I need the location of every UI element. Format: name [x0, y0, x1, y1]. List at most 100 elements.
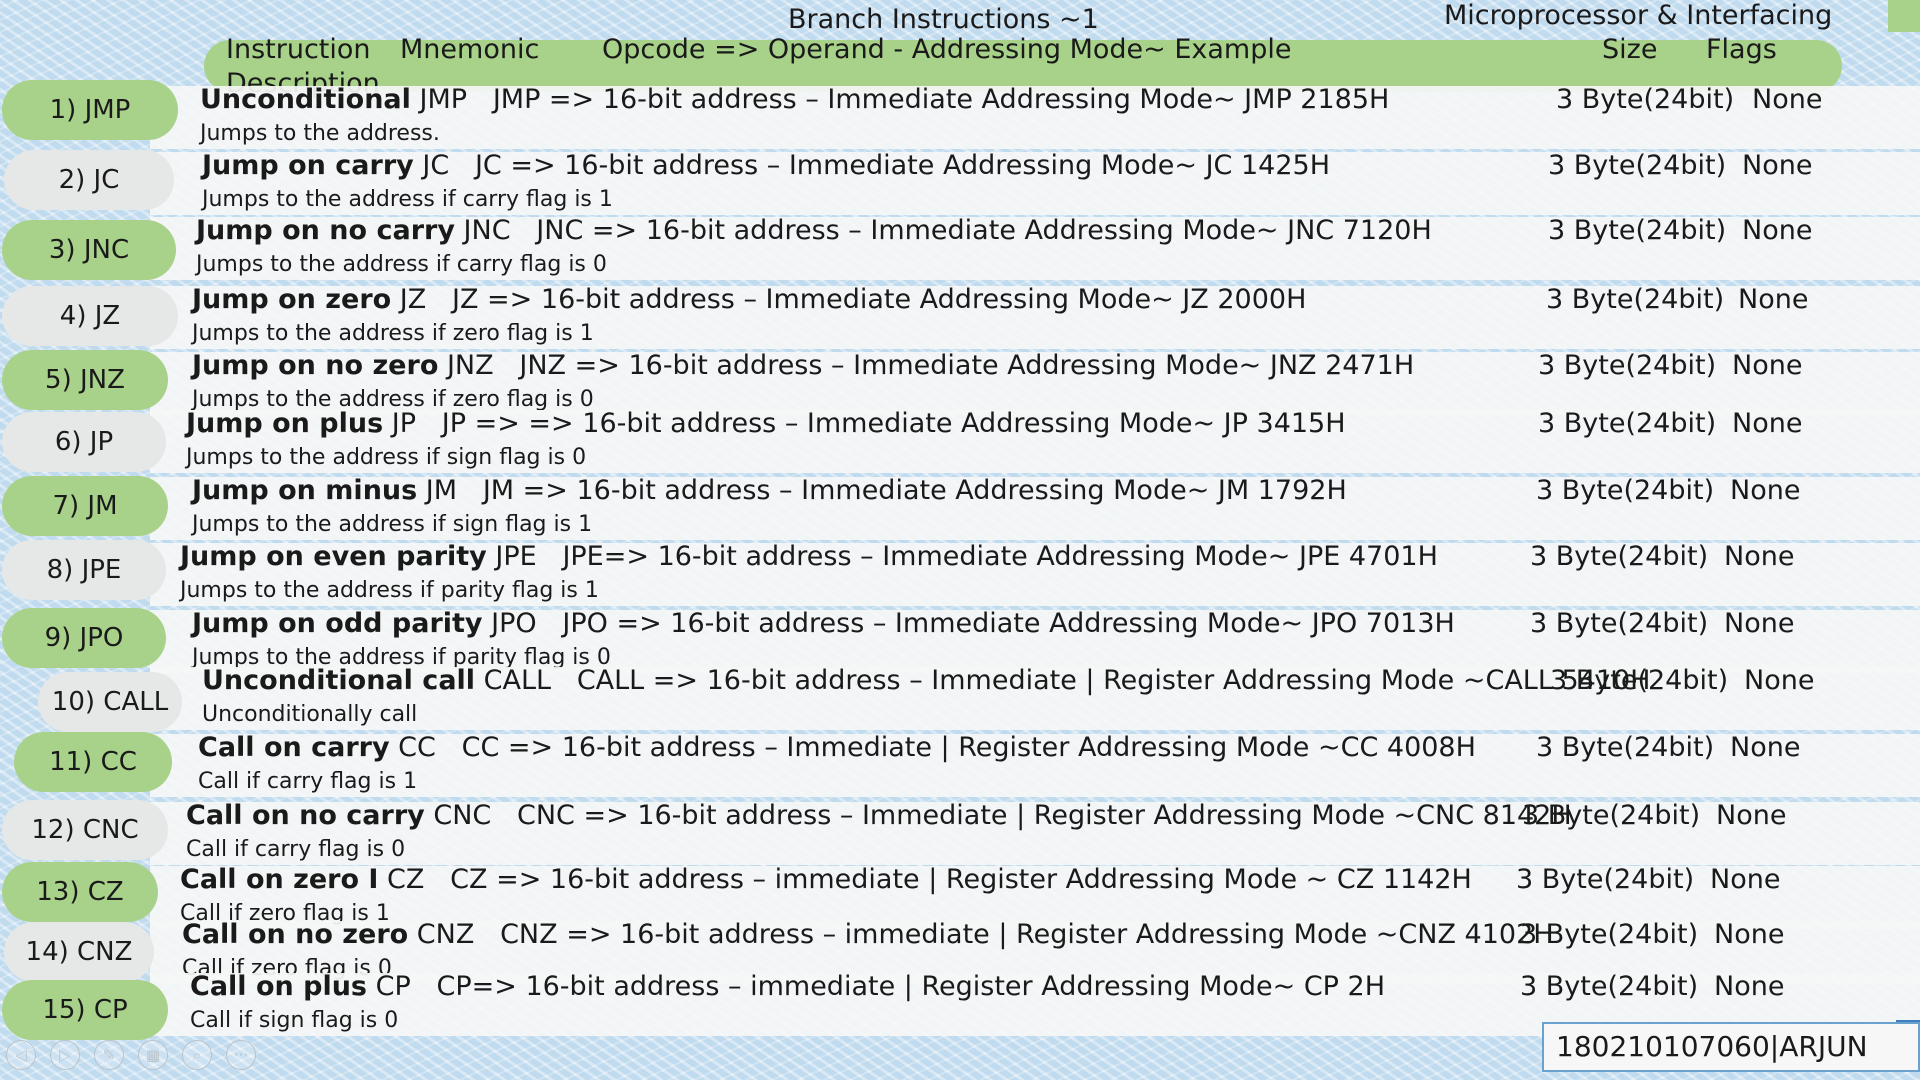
instruction-size: 3 Byte(24bit)	[1530, 608, 1709, 639]
instruction-line: Unconditional JMP JMP => 16-bit address …	[200, 84, 1389, 115]
instruction-mnemonic: CZ	[387, 864, 425, 895]
instruction-flags: None	[1730, 732, 1801, 763]
instruction-badge: 5) JNZ	[2, 350, 168, 410]
instruction-line: Jump on plus JP JP => => 16-bit address …	[186, 408, 1346, 439]
instruction-opcode: CNC => 16-bit address – Immediate | Regi…	[517, 800, 1572, 831]
instruction-opcode: JPO => 16-bit address – Immediate Addres…	[562, 608, 1455, 639]
instruction-name: Jump on zero	[192, 284, 392, 315]
instruction-line: Call on zero I CZ CZ => 16-bit address –…	[180, 864, 1472, 895]
instruction-badge: 12) CNC	[2, 800, 168, 860]
instruction-line: Jump on minus JM JM => 16-bit address – …	[192, 475, 1347, 506]
instruction-opcode: JC => 16-bit address – Immediate Address…	[474, 150, 1330, 181]
instruction-description: Jumps to the address if carry flag is 1	[202, 187, 613, 212]
instruction-mnemonic: JZ	[399, 284, 427, 315]
instruction-opcode: JZ => 16-bit address – Immediate Address…	[452, 284, 1307, 315]
instruction-name: Call on carry	[198, 732, 390, 763]
instruction-line: Unconditional call CALL CALL => 16-bit a…	[202, 665, 1650, 696]
instruction-description: Unconditionally call	[202, 702, 418, 727]
instruction-mnemonic: JMP	[419, 84, 468, 115]
instruction-flags: None	[1710, 864, 1781, 895]
header-mnemonic: Mnemonic	[400, 34, 540, 65]
instruction-description: Call if carry flag is 1	[198, 769, 418, 794]
instruction-badge: 2) JC	[4, 150, 174, 210]
instruction-description: Jumps to the address if sign flag is 0	[186, 445, 587, 470]
header-opcode: Opcode => Operand - Addressing Mode~ Exa…	[602, 34, 1292, 65]
instruction-name: Call on no zero	[182, 919, 409, 950]
instruction-mnemonic: CC	[398, 732, 436, 763]
instruction-mnemonic: CP	[375, 971, 411, 1002]
instruction-description: Call if carry flag is 0	[186, 837, 406, 862]
instruction-size: 3 Byte(24bit)	[1536, 732, 1715, 763]
instruction-opcode: JPE=> 16-bit address – Immediate Address…	[562, 541, 1438, 572]
header-flags: Flags	[1706, 34, 1777, 65]
slide-title: Branch Instructions ~1	[788, 4, 1099, 35]
instruction-size: 3 Byte(24bit)	[1520, 919, 1699, 950]
slides-grid-icon[interactable]: ▦	[138, 1040, 168, 1070]
instruction-opcode: JP => => 16-bit address – Immediate Addr…	[441, 408, 1346, 439]
instruction-line: Jump on no carry JNC JNC => 16-bit addre…	[196, 215, 1432, 246]
instruction-badge: 6) JP	[2, 412, 166, 472]
instruction-opcode: CZ => 16-bit address – immediate | Regis…	[450, 864, 1472, 895]
instruction-opcode: JNC => 16-bit address – Immediate Addres…	[536, 215, 1432, 246]
instruction-name: Call on zero I	[180, 864, 379, 895]
instruction-name: Unconditional call	[202, 665, 476, 696]
instruction-flags: None	[1732, 350, 1803, 381]
instruction-mnemonic: JM	[425, 475, 458, 506]
instruction-name: Jump on no carry	[196, 215, 455, 246]
instruction-name: Jump on no zero	[192, 350, 439, 381]
instruction-mnemonic: JC	[422, 150, 450, 181]
instruction-line: Call on plus CP CP=> 16-bit address – im…	[190, 971, 1385, 1002]
instruction-flags: None	[1714, 971, 1785, 1002]
instruction-size: 3 Byte(24bit)	[1538, 408, 1717, 439]
instruction-line: Call on no zero CNZ CNZ => 16-bit addres…	[182, 919, 1554, 950]
instruction-description: Jumps to the address if zero flag is 1	[192, 321, 594, 346]
instruction-mnemonic: JNC	[463, 215, 511, 246]
instruction-mnemonic: JPO	[491, 608, 537, 639]
instruction-size: 3 Byte(24bit)	[1522, 800, 1701, 831]
instruction-description: Jumps to the address.	[200, 121, 440, 146]
instruction-description: Jumps to the address if carry flag is 0	[196, 252, 607, 277]
instruction-name: Jump on plus	[186, 408, 384, 439]
instruction-badge: 10) CALL	[38, 672, 182, 732]
instruction-badge: 3) JNC	[2, 220, 176, 280]
instruction-mnemonic: CALL	[483, 665, 552, 696]
instruction-badge: 1) JMP	[2, 80, 178, 140]
instruction-size: 3 Byte(24bit)	[1550, 665, 1729, 696]
more-options-icon[interactable]: ···	[226, 1040, 256, 1070]
instruction-badge: 14) CNZ	[4, 922, 154, 982]
instruction-badge: 11) CC	[14, 732, 172, 792]
instruction-line: Call on no carry CNC CNC => 16-bit addre…	[186, 800, 1572, 831]
instruction-size: 3 Byte(24bit)	[1520, 971, 1699, 1002]
instruction-description: Call if sign flag is 0	[190, 1008, 399, 1033]
instruction-badge: 7) JM	[2, 476, 168, 536]
pen-icon[interactable]: ✎	[94, 1040, 124, 1070]
instruction-badge: 15) CP	[2, 980, 168, 1040]
instruction-size: 3 Byte(24bit)	[1556, 84, 1735, 115]
zoom-icon[interactable]: ⌕	[182, 1040, 212, 1070]
instruction-flags: None	[1716, 800, 1787, 831]
instruction-name: Jump on even parity	[180, 541, 487, 572]
instruction-opcode: JMP => 16-bit address – Immediate Addres…	[492, 84, 1390, 115]
author-footer: 180210107060|ARJUN	[1542, 1022, 1920, 1072]
instruction-name: Jump on odd parity	[192, 608, 483, 639]
slideshow-controls: ◁ ▷ ✎ ▦ ⌕ ···	[6, 1040, 256, 1070]
instruction-opcode: CC => 16-bit address – Immediate | Regis…	[461, 732, 1476, 763]
instruction-line: Jump on carry JC JC => 16-bit address – …	[202, 150, 1330, 181]
next-slide-icon[interactable]: ▷	[50, 1040, 80, 1070]
instruction-flags: None	[1714, 919, 1785, 950]
instruction-name: Unconditional	[200, 84, 411, 115]
instruction-flags: None	[1724, 541, 1795, 572]
previous-slide-icon[interactable]: ◁	[6, 1040, 36, 1070]
instruction-line: Jump on zero JZ JZ => 16-bit address – I…	[192, 284, 1306, 315]
instruction-badge: 8) JPE	[2, 540, 166, 600]
instruction-opcode: JM => 16-bit address – Immediate Address…	[482, 475, 1347, 506]
instruction-line: Jump on odd parity JPO JPO => 16-bit add…	[192, 608, 1455, 639]
instruction-size: 3 Byte(24bit)	[1548, 215, 1727, 246]
instruction-size: 3 Byte(24bit)	[1536, 475, 1715, 506]
instruction-name: Jump on carry	[202, 150, 414, 181]
instruction-line: Jump on even parity JPE JPE=> 16-bit add…	[180, 541, 1438, 572]
instruction-flags: None	[1752, 84, 1823, 115]
corner-accent	[1888, 0, 1920, 32]
instruction-description: Jumps to the address if parity flag is 1	[180, 578, 599, 603]
instruction-opcode: CNZ => 16-bit address – immediate | Regi…	[500, 919, 1554, 950]
